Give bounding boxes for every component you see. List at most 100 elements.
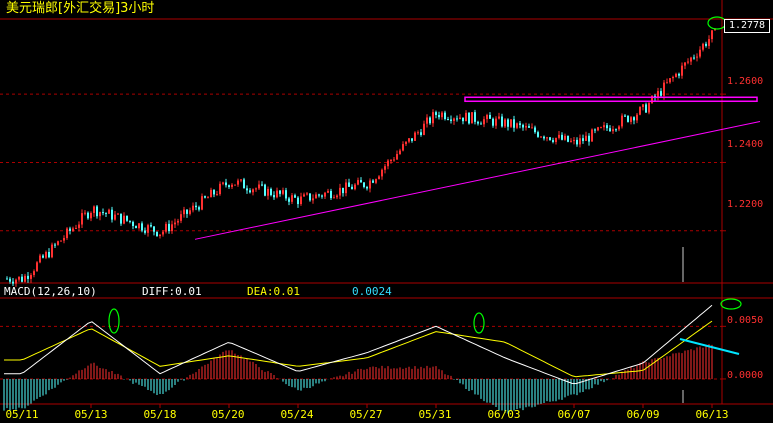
candlestick [528,126,530,128]
candlestick [99,212,101,217]
candlestick [264,184,266,196]
candlestick [666,82,668,84]
candlestick [693,57,695,59]
candlestick [351,186,353,190]
candlestick [705,43,707,46]
candlestick [681,65,683,76]
candlestick [435,112,437,115]
date-label: 06/09 [626,408,660,421]
candlestick [507,119,509,127]
date-label: 05/18 [143,408,177,421]
candlestick [234,184,236,186]
macd-diff-value: DIFF:0.01 [142,285,202,298]
candlestick [108,209,110,214]
candlestick [78,224,80,228]
candlestick [648,103,650,113]
candlestick [534,127,536,133]
candlestick [291,195,293,202]
candlestick [456,118,458,120]
date-label: 05/24 [280,408,314,421]
candlestick [510,119,512,127]
candlestick [294,195,296,198]
candlestick [333,197,335,199]
date-label: 05/31 [418,408,452,421]
candlestick [678,73,680,76]
candlestick [591,129,593,142]
candlestick [471,112,473,124]
candlestick [228,185,230,187]
candlestick [531,127,533,129]
candlestick [699,49,701,57]
candlestick [684,62,686,66]
candlestick [219,183,221,195]
date-label: 05/20 [211,408,245,421]
candlestick [258,184,260,189]
candlestick [279,190,281,194]
candlestick [504,119,506,127]
candlestick [171,224,173,232]
candlestick [459,117,461,120]
support-trendline [194,120,761,240]
candlestick [180,214,182,221]
candlestick [597,127,599,131]
candlestick [18,276,20,280]
candlestick [255,188,257,190]
candlestick [615,129,617,131]
candlestick [282,190,284,194]
candlestick [561,134,563,140]
candlestick [690,57,692,62]
candlestick [138,223,140,229]
candlestick [237,180,239,185]
candlestick [402,144,404,151]
candlestick [711,30,713,40]
candlestick [105,212,107,214]
candlestick [225,182,227,186]
candlestick [87,212,89,219]
candlestick [186,209,188,214]
macd-annotation-circle [108,308,120,334]
candlestick [336,195,338,198]
candlestick [384,166,386,170]
candlestick [411,138,413,141]
candlestick [33,271,35,275]
candlestick [555,137,557,142]
candlestick [468,112,470,124]
candlestick [324,192,326,197]
candlestick [27,275,29,279]
candlestick [207,197,209,199]
candlestick [156,231,158,237]
candlestick [675,73,677,77]
candlestick [15,279,17,284]
candlestick [117,213,119,215]
candlestick [273,195,275,198]
candlestick [177,220,179,223]
candlestick [480,123,482,125]
price-label: 1.2200 [727,199,764,210]
candlestick [204,196,206,198]
candlestick [135,225,137,229]
candlestick [414,132,416,141]
candlestick [585,135,587,141]
candlestick [405,141,407,145]
candlestick [267,188,269,196]
candlestick [423,123,425,135]
candlestick [519,123,521,125]
candlestick [48,251,50,258]
candlestick [195,205,197,208]
candlestick [447,118,449,120]
candlestick [132,221,134,226]
candlestick [321,195,323,197]
candlestick [243,179,245,189]
candlestick [123,215,125,224]
candlestick [498,116,500,119]
candlestick [210,189,212,198]
candlestick [390,160,392,162]
candlestick [366,186,368,189]
candlestick [573,139,575,141]
candlestick [516,123,518,128]
candlestick [51,244,53,258]
chart-canvas[interactable] [0,0,773,423]
candlestick [663,82,665,96]
price-label: 1.2600 [727,76,764,87]
candlestick [60,240,62,242]
